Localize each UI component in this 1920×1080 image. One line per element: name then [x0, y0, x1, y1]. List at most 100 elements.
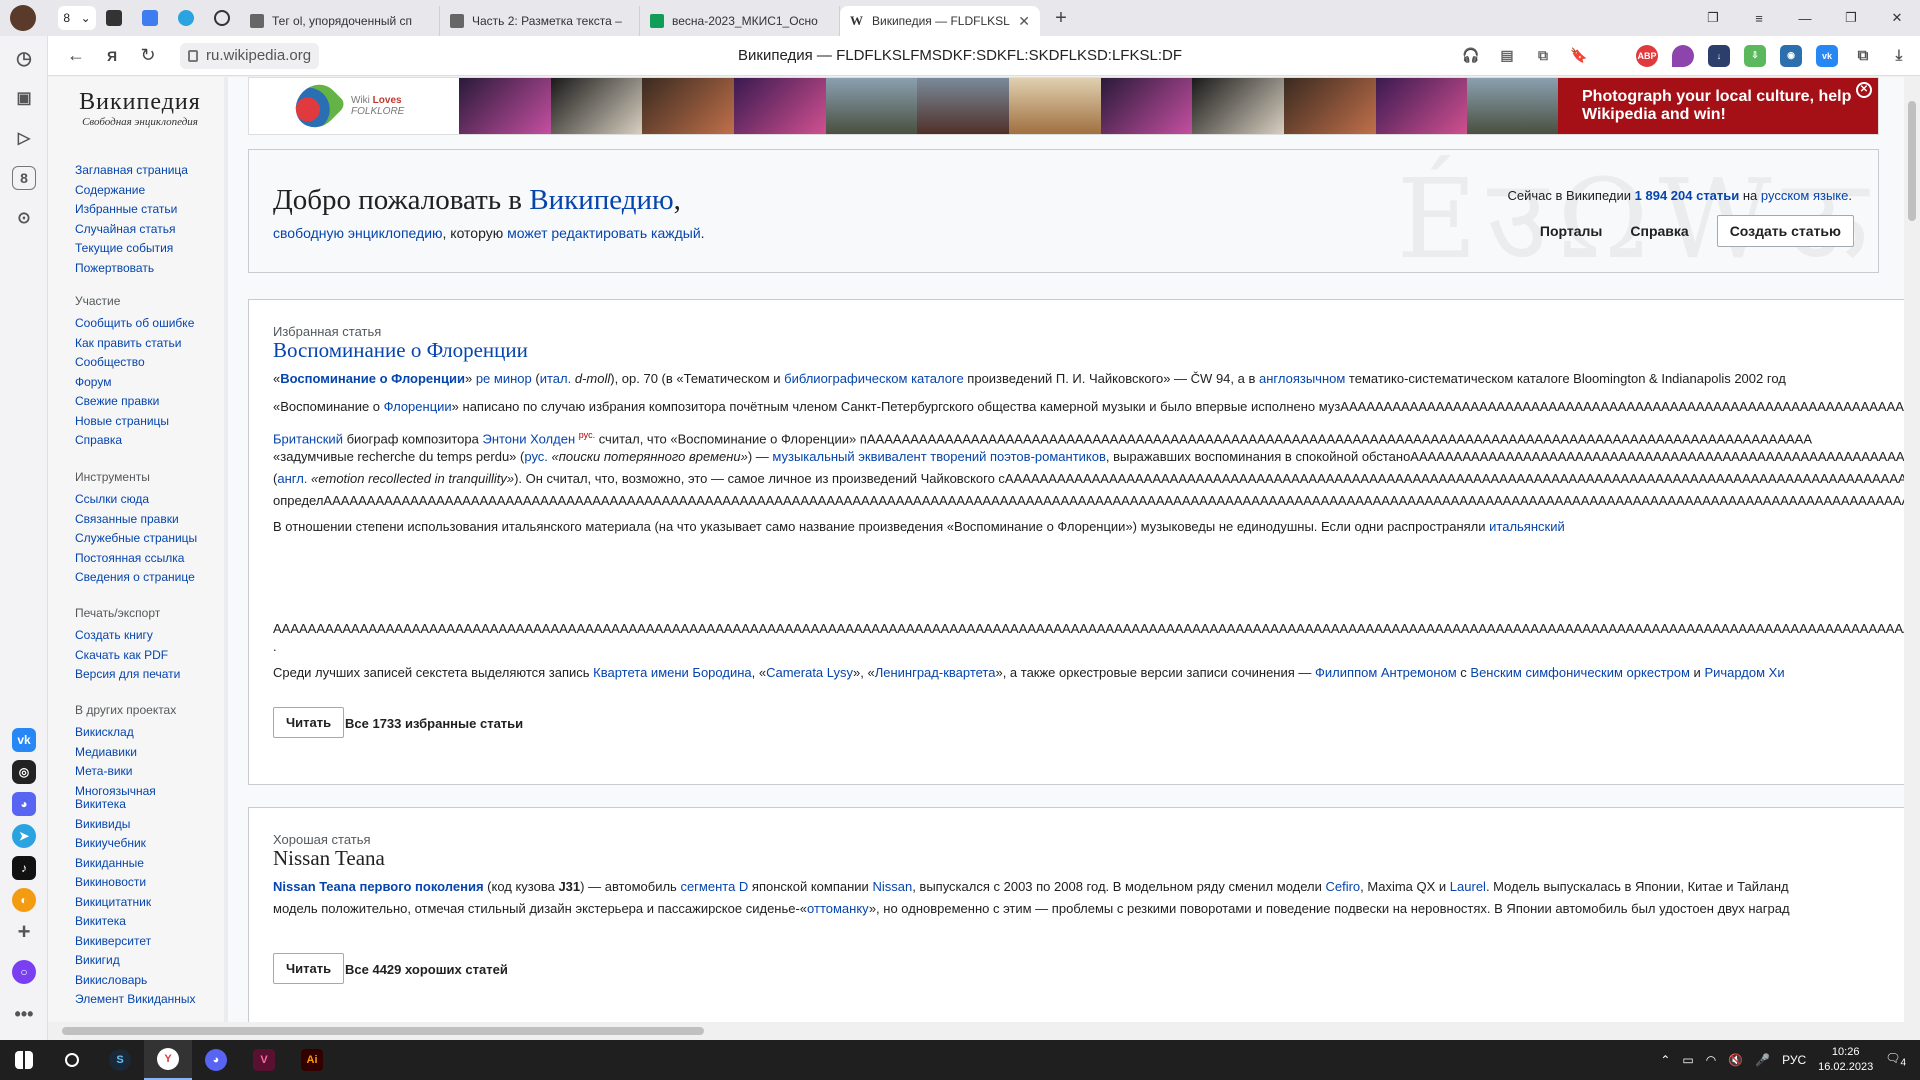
- create-article-button[interactable]: Создать статью: [1716, 215, 1854, 247]
- puzzle-icon[interactable]: ⧉: [1852, 45, 1874, 67]
- vk-icon[interactable]: vk: [12, 728, 36, 752]
- headphones-icon[interactable]: 🎧: [1460, 45, 1482, 67]
- adblock-icon[interactable]: ABP: [1636, 44, 1658, 67]
- profile-avatar[interactable]: [10, 5, 36, 31]
- camera-icon[interactable]: ⊙: [12, 206, 36, 230]
- alice-icon[interactable]: ○: [12, 960, 36, 984]
- nav-item[interactable]: Ссылки сюда: [75, 490, 225, 510]
- nav-item[interactable]: Случайная статья: [75, 220, 225, 240]
- reload-button[interactable]: ↻: [130, 38, 166, 74]
- help-link[interactable]: Справка: [1630, 223, 1688, 239]
- nav-item[interactable]: Связанные правки: [75, 510, 225, 530]
- nav-item[interactable]: Версия для печати: [75, 665, 225, 685]
- collections-icon[interactable]: ❐: [1690, 0, 1736, 36]
- extensions-icon[interactable]: ⧉: [1532, 45, 1554, 67]
- vegas-icon[interactable]: V: [240, 1040, 288, 1080]
- read-button[interactable]: Читать: [273, 707, 345, 738]
- new-tab-button[interactable]: +: [1046, 3, 1076, 33]
- close-icon[interactable]: ✕: [1018, 13, 1030, 30]
- nav-item[interactable]: Сведения о странице: [75, 568, 225, 588]
- russian-language-link[interactable]: русском языке: [1761, 188, 1848, 203]
- nav-item[interactable]: Свежие правки: [75, 392, 225, 412]
- language-indicator[interactable]: РУС: [1782, 1053, 1806, 1067]
- tiktok-icon[interactable]: ♪: [12, 856, 36, 880]
- nav-item[interactable]: Служебные страницы: [75, 529, 225, 549]
- vpn-icon[interactable]: ◉: [1780, 44, 1802, 67]
- yandex-button[interactable]: Я: [94, 38, 130, 74]
- tab-wikipedia[interactable]: W Википедия — FLDFLKSL ✕: [840, 6, 1040, 36]
- nav-item[interactable]: Избранные статьи: [75, 200, 225, 220]
- minimize-button[interactable]: —: [1782, 0, 1828, 36]
- search-icon[interactable]: [48, 1040, 96, 1080]
- menu-icon[interactable]: ≡: [1736, 0, 1782, 36]
- bookmark-icon[interactable]: 🔖: [1568, 45, 1590, 67]
- nav-item[interactable]: Многоязычная Викитека: [75, 784, 165, 811]
- nav-item[interactable]: Новые страницы: [75, 412, 225, 432]
- nav-item[interactable]: Текущие события: [75, 239, 225, 259]
- read-button[interactable]: Читать: [273, 953, 345, 984]
- all-good-link[interactable]: Все 4429 хороших статей: [345, 962, 508, 977]
- free-encyclopedia-link[interactable]: свободную энциклопедию: [273, 225, 443, 241]
- battery-icon[interactable]: ▭: [1682, 1053, 1693, 1067]
- gallery-icon[interactable]: ◐: [12, 888, 36, 912]
- tab-counter-button[interactable]: 8 ⌄: [58, 6, 96, 30]
- apps-icon[interactable]: 8: [12, 166, 36, 190]
- nav-item[interactable]: Медиавики: [75, 743, 225, 763]
- portals-link[interactable]: Порталы: [1540, 223, 1602, 239]
- nav-item[interactable]: Мета-вики: [75, 762, 225, 782]
- telegram-icon[interactable]: ➤: [12, 824, 36, 848]
- tab-text-markup[interactable]: Часть 2: Разметка текста –: [440, 6, 640, 36]
- nav-item[interactable]: Элемент Викиданных: [75, 990, 225, 1010]
- microphone-icon[interactable]: 🎤: [1755, 1053, 1770, 1067]
- chevron-up-icon[interactable]: ⌃: [1660, 1053, 1670, 1067]
- nav-item[interactable]: Создать книгу: [75, 626, 225, 646]
- card-title[interactable]: Воспоминание о Флоренции: [273, 338, 528, 363]
- nav-item[interactable]: Постоянная ссылка: [75, 549, 225, 569]
- pinned-tab-app[interactable]: [96, 0, 132, 36]
- nav-item[interactable]: Форум: [75, 373, 225, 393]
- collections-icon[interactable]: ▣: [12, 86, 36, 110]
- volume-icon[interactable]: 🔇: [1728, 1053, 1743, 1067]
- nav-item[interactable]: Сообщество: [75, 353, 225, 373]
- reader-icon[interactable]: ▤: [1496, 45, 1518, 67]
- nav-item[interactable]: Заглавная страница: [75, 161, 225, 181]
- nav-item[interactable]: Сообщить об ошибке: [75, 314, 225, 334]
- wiki-logo[interactable]: Википедия Свободная энциклопедия: [70, 89, 210, 128]
- tab-ol-tag[interactable]: Тег ol, упорядоченный сп: [240, 6, 440, 36]
- scrollbar-thumb[interactable]: [1908, 101, 1916, 221]
- nav-item[interactable]: Викиучебник: [75, 834, 225, 854]
- download-box-icon[interactable]: ↓: [1708, 44, 1730, 67]
- notifications-icon[interactable]: 🗨4: [1885, 1051, 1906, 1068]
- maximize-button[interactable]: ❐: [1828, 0, 1874, 36]
- banner-cta[interactable]: Photograph your local culture, help Wiki…: [1558, 78, 1878, 134]
- article-count-link[interactable]: 1 894 204 статьи: [1635, 188, 1740, 203]
- video-icon[interactable]: ▷: [12, 126, 36, 150]
- url-field[interactable]: ru.wikipedia.org: [180, 42, 320, 69]
- nav-item[interactable]: Викигид: [75, 951, 225, 971]
- vertical-scrollbar[interactable]: [1904, 77, 1920, 1022]
- yandex-browser-icon[interactable]: Y: [144, 1040, 192, 1080]
- card-title[interactable]: Nissan Teana: [273, 846, 385, 871]
- nav-item[interactable]: Справка: [75, 431, 225, 451]
- nav-item[interactable]: Викитека: [75, 912, 225, 932]
- nav-item[interactable]: Как править статьи: [75, 334, 225, 354]
- history-icon[interactable]: ◷: [12, 46, 36, 70]
- close-icon[interactable]: ✕: [1856, 82, 1872, 98]
- add-icon[interactable]: +: [12, 919, 36, 944]
- anyone-can-edit-link[interactable]: может редактировать каждый: [507, 225, 701, 241]
- nav-item[interactable]: Викивиды: [75, 815, 225, 835]
- all-featured-link[interactable]: Все 1733 избранные статьи: [345, 716, 523, 731]
- horizontal-scrollbar[interactable]: [48, 1022, 1920, 1040]
- nav-item[interactable]: Викисклад: [75, 723, 225, 743]
- instagram-icon[interactable]: ◎: [12, 760, 36, 784]
- nav-item[interactable]: Викиновости: [75, 873, 225, 893]
- pinned-tab-pause[interactable]: [132, 0, 168, 36]
- wlf-banner[interactable]: Wiki Loves FOLKLORE Photograph your local…: [248, 77, 1879, 136]
- downloads-icon[interactable]: ⤓: [1888, 45, 1910, 67]
- close-window-button[interactable]: ✕: [1874, 0, 1920, 36]
- scrollbar-thumb[interactable]: [62, 1027, 704, 1035]
- pinned-tab-typography[interactable]: [204, 0, 240, 36]
- vk-icon[interactable]: vk: [1816, 44, 1838, 67]
- nav-item[interactable]: Викисловарь: [75, 971, 225, 991]
- wifi-icon[interactable]: ◠: [1706, 1053, 1716, 1067]
